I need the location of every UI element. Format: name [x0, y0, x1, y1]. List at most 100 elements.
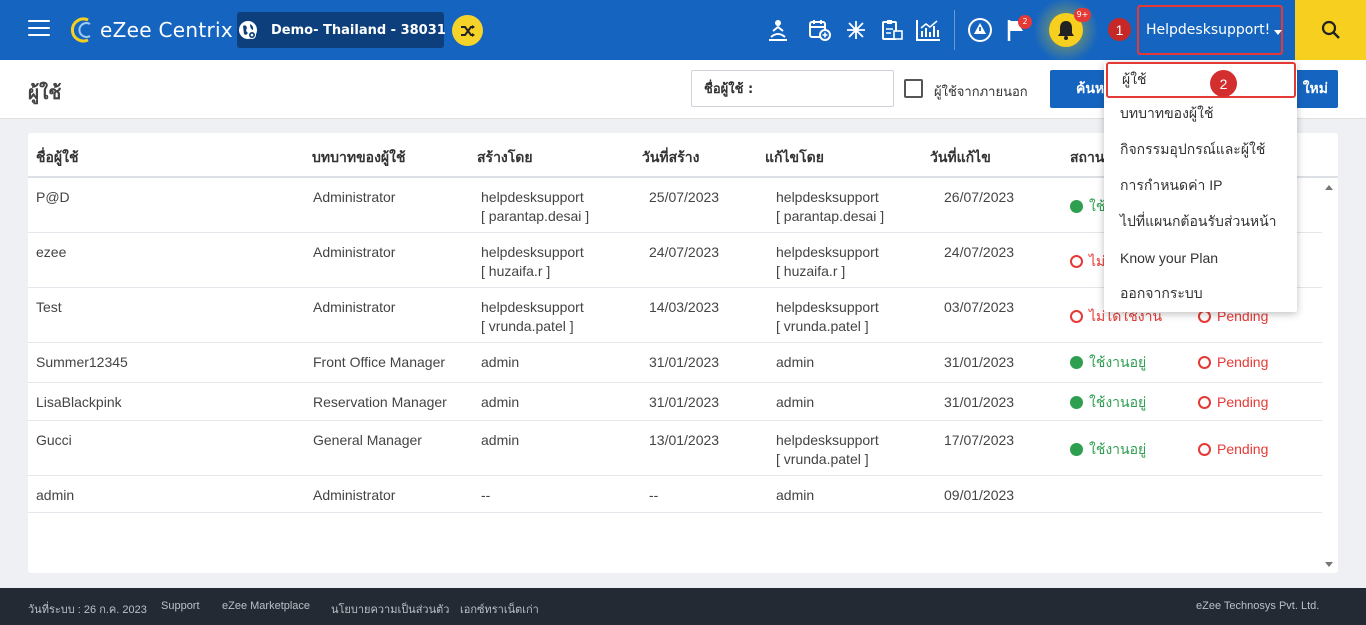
- top-navigation-bar: eZee Centrix Demo- Thailand - 38031 2 9+…: [0, 0, 1366, 60]
- column-header-created-by[interactable]: สร้างโดย: [477, 147, 533, 169]
- cell-modified-by-account: [ huzaifa.r ]: [776, 263, 846, 279]
- cell-role: General Manager: [313, 432, 422, 448]
- footer-link-marketplace[interactable]: eZee Marketplace: [222, 600, 310, 612]
- alert-triangle-icon[interactable]: [966, 16, 994, 44]
- cell-role: Administrator: [313, 299, 396, 315]
- bell-icon: [1058, 21, 1074, 40]
- menu-item-logout[interactable]: ออกจากระบบ: [1104, 276, 1297, 312]
- table-row[interactable]: Summer12345 Front Office Manager admin 31/0…: [28, 343, 1322, 383]
- cell-modified-by: admin: [776, 354, 815, 370]
- cell-username[interactable]: P@D: [36, 188, 70, 206]
- pending-ring-icon: [1198, 356, 1211, 369]
- cell-created-by: admin: [481, 394, 520, 410]
- cell-created-by: helpdesksupport: [481, 299, 584, 315]
- user-menu-button[interactable]: Helpdesksupport!: [1137, 5, 1283, 55]
- notifications-button[interactable]: 9+: [1035, 0, 1097, 60]
- menu-item-user-roles[interactable]: บทบาทของผู้ใช้: [1104, 96, 1297, 132]
- external-user-checkbox[interactable]: [904, 79, 923, 98]
- bell-badge: 9+: [1074, 8, 1091, 22]
- status-badge: ใช้งานอยู่: [1070, 353, 1146, 371]
- cell-username[interactable]: Summer12345: [36, 353, 128, 371]
- cell-created-by: admin: [481, 432, 520, 448]
- property-selector[interactable]: Demo- Thailand - 38031: [237, 12, 446, 48]
- pending-ring-icon: [1198, 396, 1211, 409]
- approval-status: Pending: [1198, 440, 1268, 458]
- user-menu-dropdown: ผู้ใช้ บทบาทของผู้ใช้ กิจกรรมอุปกรณ์และผ…: [1104, 62, 1297, 312]
- table-row[interactable]: LisaBlackpink Reservation Manager admin 31/…: [28, 383, 1322, 421]
- cell-created-date: 31/01/2023: [649, 394, 720, 410]
- chevron-down-icon[interactable]: [1274, 30, 1282, 35]
- cell-role: Reservation Manager: [313, 394, 447, 410]
- footer-link-support[interactable]: Support: [161, 600, 200, 612]
- cell-username[interactable]: admin: [36, 486, 74, 504]
- approval-text: Pending: [1217, 394, 1269, 410]
- search-button[interactable]: [1295, 0, 1366, 60]
- cell-username[interactable]: Gucci: [36, 431, 72, 449]
- menu-item-front-desk[interactable]: ไปที่แผนกต้อนรับส่วนหน้า: [1104, 204, 1297, 240]
- cell-modified-by: helpdesksupport: [776, 189, 879, 205]
- column-header-modified-date[interactable]: วันที่แก้ไข: [930, 147, 991, 169]
- cell-created-by-account: [ huzaifa.r ]: [481, 263, 551, 279]
- approval-status: Pending: [1198, 393, 1268, 411]
- footer-link-old-extranet[interactable]: เอกซ์ทราเน็ตเก่า: [460, 600, 539, 618]
- footer-system-date: วันที่ระบบ : 26 ก.ค. 2023: [28, 604, 147, 616]
- housekeeping-icon[interactable]: [764, 16, 792, 44]
- chart-icon[interactable]: [914, 16, 942, 44]
- table-scrollbar[interactable]: [1322, 178, 1338, 573]
- menu-item-label: ออกจากระบบ: [1120, 285, 1203, 301]
- cell-modified-date: 31/01/2023: [944, 394, 1015, 410]
- cell-created-by: helpdesksupport: [481, 189, 584, 205]
- cell-role: Administrator: [313, 189, 396, 205]
- property-globe-icon: [237, 12, 259, 48]
- cell-created-date: 25/07/2023: [649, 189, 720, 205]
- step-marker-2: 2: [1210, 70, 1237, 97]
- cell-created-by-account: [ parantap.desai ]: [481, 208, 590, 224]
- cell-username[interactable]: Test: [36, 298, 62, 316]
- shuffle-icon[interactable]: [452, 15, 483, 46]
- column-header-username[interactable]: ชื่อผู้ใช้: [36, 147, 78, 169]
- user-name: Helpdesksupport!: [1146, 22, 1271, 38]
- column-header-modified-by[interactable]: แก้ไขโดย: [765, 147, 824, 169]
- menu-item-label: กิจกรรมอุปกรณ์และผู้ใช้: [1120, 141, 1266, 157]
- menu-item-device-activity[interactable]: กิจกรรมอุปกรณ์และผู้ใช้: [1104, 132, 1297, 168]
- footer-link-privacy[interactable]: นโยบายความเป็นส่วนตัว: [331, 600, 449, 618]
- status-text: ใช้งานอยู่: [1089, 394, 1147, 410]
- cell-modified-date: 03/07/2023: [944, 299, 1015, 315]
- step-marker-1: 1: [1106, 16, 1133, 43]
- clipboard-icon[interactable]: [878, 16, 906, 44]
- network-icon[interactable]: [842, 16, 870, 44]
- scroll-down-icon[interactable]: [1325, 562, 1333, 567]
- cell-modified-by-account: [ vrunda.patel ]: [776, 451, 869, 467]
- menu-item-ip-config[interactable]: การกำหนดค่า IP: [1104, 168, 1297, 204]
- menu-item-users[interactable]: ผู้ใช้: [1106, 62, 1296, 98]
- scroll-up-icon[interactable]: [1325, 185, 1333, 190]
- page-title: ผู้ใช้: [28, 82, 62, 104]
- table-row[interactable]: Gucci General Manager admin 13/01/2023 helpd…: [28, 421, 1322, 476]
- cell-role: Administrator: [313, 487, 396, 503]
- active-dot-icon: [1070, 200, 1083, 213]
- table-row[interactable]: admin Administrator -- -- admin 09/01/2023: [28, 476, 1322, 513]
- username-search-input[interactable]: [691, 70, 894, 107]
- approval-text: Pending: [1217, 354, 1269, 370]
- cell-username[interactable]: ezee: [36, 243, 66, 261]
- footer: วันที่ระบบ : 26 ก.ค. 2023 Support eZee M…: [0, 588, 1366, 625]
- column-header-role[interactable]: บทบาทของผู้ใช้: [312, 147, 405, 169]
- calendar-add-icon[interactable]: [806, 16, 834, 44]
- cell-username[interactable]: LisaBlackpink: [36, 393, 122, 411]
- inactive-ring-icon: [1070, 255, 1083, 268]
- status-text: ไม่: [1089, 253, 1106, 269]
- column-header-status[interactable]: สถาน: [1070, 147, 1104, 169]
- app-logo[interactable]: eZee Centrix: [68, 14, 233, 46]
- menu-item-label: ผู้ใช้: [1122, 71, 1147, 87]
- cell-modified-by: helpdesksupport: [776, 432, 879, 448]
- flag-badge: 2: [1018, 15, 1032, 29]
- column-header-created-date[interactable]: วันที่สร้าง: [642, 147, 699, 169]
- cell-modified-date: 26/07/2023: [944, 189, 1015, 205]
- status-text: ใช้งานอยู่: [1089, 441, 1147, 457]
- cell-created-date: 31/01/2023: [649, 354, 720, 370]
- logo-text: eZee Centrix: [100, 18, 233, 42]
- menu-item-know-your-plan[interactable]: Know your Plan: [1104, 240, 1297, 276]
- cell-created-by-account: [ vrunda.patel ]: [481, 318, 574, 334]
- cell-modified-date: 31/01/2023: [944, 354, 1015, 370]
- menu-icon[interactable]: [28, 20, 50, 38]
